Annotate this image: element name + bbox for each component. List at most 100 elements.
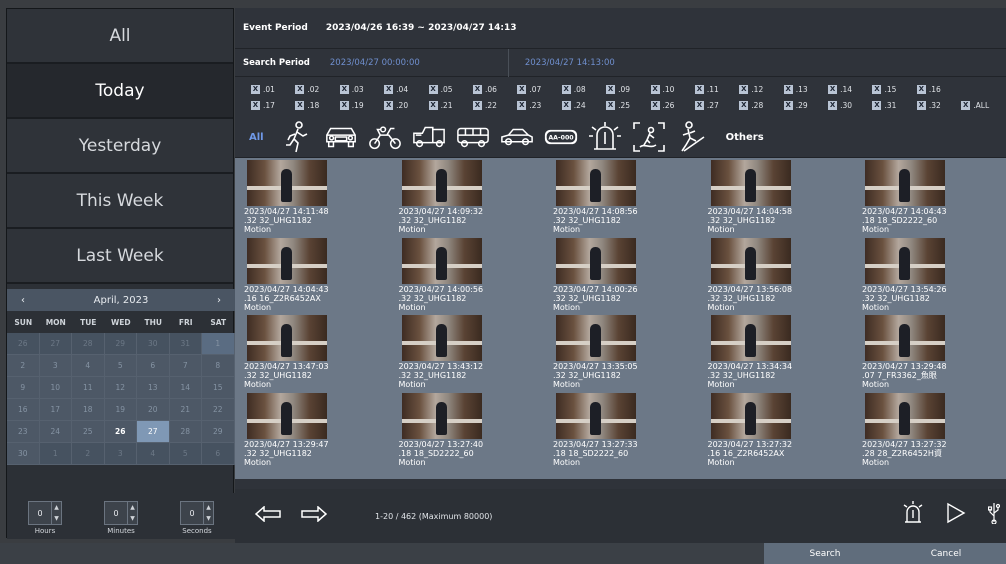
channel-checkbox[interactable]: X .24 [561, 100, 606, 110]
calendar-day[interactable]: 14 [169, 377, 202, 399]
search-button[interactable]: Search [764, 543, 886, 564]
hours-down-icon[interactable]: ▼ [52, 513, 61, 524]
channel-checkbox[interactable]: X .12 [739, 84, 783, 94]
calendar-day[interactable]: 25 [72, 421, 105, 443]
checkbox-checked-icon[interactable]: X [295, 100, 305, 110]
channel-checkbox[interactable]: X .18 [295, 100, 339, 110]
event-thumbnail[interactable] [710, 160, 791, 206]
event-thumbnail[interactable] [556, 160, 636, 206]
period-all-button[interactable]: All [7, 9, 233, 64]
channel-checkbox[interactable]: X .30 [828, 100, 872, 110]
calendar-day[interactable]: 29 [104, 333, 137, 355]
result-item[interactable]: 2023/04/27 14:04:43.18 18_SD2222_60 Motio… [855, 160, 1000, 238]
channel-checkbox[interactable]: X .05 [428, 84, 473, 94]
event-thumbnail[interactable] [401, 315, 482, 361]
search-from-field[interactable]: 2023/04/27 00:00:00 [330, 48, 509, 77]
calendar-day[interactable]: 1 [39, 443, 72, 465]
channel-checkbox[interactable]: X .10 [650, 84, 695, 94]
channel-checkbox[interactable]: X .28 [739, 100, 783, 110]
result-item[interactable]: 2023/04/27 13:27:32.16 16_Z2R6452AX Motio… [701, 392, 846, 471]
period-today-button[interactable]: Today [7, 64, 233, 119]
hours-value[interactable]: 0 [29, 502, 51, 524]
result-item[interactable]: 2023/04/27 13:34:34.32 32_UHG1182 Motion [701, 315, 846, 393]
channel-checkbox[interactable]: X .21 [428, 100, 473, 110]
result-item[interactable]: 2023/04/27 14:11:48.32 32_UHG1182 Motion [237, 160, 382, 238]
channel-checkbox[interactable]: X .32 [916, 100, 961, 110]
checkbox-checked-icon[interactable]: X [828, 84, 838, 94]
event-thumbnail[interactable] [401, 237, 482, 284]
channel-checkbox[interactable]: X .17 [251, 100, 295, 110]
event-thumbnail[interactable] [710, 392, 791, 439]
calendar-day[interactable]: 31 [169, 333, 202, 355]
prev-month-icon[interactable]: ‹ [21, 295, 25, 306]
cancel-button[interactable]: Cancel [886, 543, 1006, 564]
seconds-spinner[interactable]: 0 ▲ ▼ Seconds [180, 501, 214, 539]
result-item[interactable]: 2023/04/27 13:27:32.28 28_Z2R6452H資 Motio… [855, 392, 1000, 471]
seconds-up-icon[interactable]: ▲ [204, 502, 213, 513]
checkbox-checked-icon[interactable]: X [384, 84, 394, 94]
next-page-icon[interactable] [301, 505, 328, 526]
channel-checkbox[interactable]: X .09 [606, 84, 650, 94]
search-to-field[interactable]: 2023/04/27 14:13:00 [525, 58, 615, 68]
calendar-day[interactable]: 16 [7, 399, 40, 421]
channel-checkbox[interactable]: X .02 [295, 84, 339, 94]
motorcycle-icon[interactable] [368, 120, 402, 154]
checkbox-checked-icon[interactable]: X [828, 100, 838, 110]
checkbox-checked-icon[interactable]: X [694, 84, 704, 94]
channel-checkbox[interactable]: X .03 [339, 84, 384, 94]
event-thumbnail[interactable] [710, 237, 791, 284]
next-month-icon[interactable]: › [217, 295, 221, 306]
calendar-day[interactable]: 12 [104, 377, 137, 399]
calendar-day[interactable]: 18 [72, 399, 105, 421]
channel-checkbox[interactable]: X .01 [251, 84, 295, 94]
checkbox-checked-icon[interactable]: X [517, 100, 527, 110]
calendar-day[interactable]: 30 [7, 443, 40, 465]
calendar-day[interactable]: 5 [169, 443, 202, 465]
calendar-day[interactable]: 17 [39, 399, 72, 421]
checkbox-checked-icon[interactable]: X [517, 84, 527, 94]
minutes-down-icon[interactable]: ▼ [128, 513, 137, 524]
event-thumbnail[interactable] [247, 237, 327, 284]
result-item[interactable]: 2023/04/27 14:08:56.32 32_UHG1182 Motion [546, 160, 691, 238]
calendar-day[interactable]: 6 [137, 355, 170, 377]
channel-checkbox[interactable]: X .27 [694, 100, 739, 110]
channel-checkbox[interactable]: X .25 [606, 100, 650, 110]
license-plate-icon[interactable]: AA-000 [544, 120, 578, 154]
calendar-day[interactable]: 5 [104, 355, 137, 377]
bus-icon[interactable] [456, 120, 490, 154]
calendar-day[interactable]: 19 [104, 399, 137, 421]
calendar-day[interactable]: 6 [202, 443, 235, 465]
channel-checkbox[interactable]: X .04 [384, 84, 428, 94]
channel-checkbox[interactable]: X .23 [517, 100, 561, 110]
channel-checkbox[interactable]: X .13 [783, 84, 828, 94]
channel-checkbox[interactable]: X .08 [561, 84, 606, 94]
filter-others[interactable]: Others [726, 132, 764, 143]
channel-checkbox[interactable]: X .14 [828, 84, 872, 94]
minutes-value[interactable]: 0 [105, 502, 127, 524]
checkbox-checked-icon[interactable]: X [872, 100, 882, 110]
result-item[interactable]: 2023/04/27 13:56:08.32 32_UHG1182 Motion [701, 237, 846, 316]
channel-checkbox[interactable]: X .22 [472, 100, 517, 110]
checkbox-checked-icon[interactable]: X [694, 100, 704, 110]
event-thumbnail[interactable] [865, 160, 945, 206]
period-last-week-button[interactable]: Last Week [7, 229, 233, 284]
event-thumbnail[interactable] [710, 315, 791, 361]
calendar-day[interactable]: 29 [202, 421, 235, 443]
pedestrian-icon[interactable] [280, 120, 314, 154]
truck-icon[interactable] [412, 120, 446, 154]
checkbox-checked-icon[interactable]: X [961, 100, 971, 110]
checkbox-checked-icon[interactable]: X [606, 84, 616, 94]
falling-person-icon[interactable] [676, 120, 710, 154]
calendar-day[interactable]: 2 [7, 355, 40, 377]
event-thumbnail[interactable] [556, 315, 636, 361]
checkbox-checked-icon[interactable]: X [783, 100, 793, 110]
hours-spinner[interactable]: 0 ▲ ▼ Hours [28, 501, 62, 539]
hours-up-icon[interactable]: ▲ [52, 502, 61, 513]
result-item[interactable]: 2023/04/27 13:54:26.32 32_UHG1182 Motion [855, 237, 1000, 316]
event-thumbnail[interactable] [247, 160, 327, 206]
checkbox-checked-icon[interactable]: X [650, 100, 660, 110]
channel-checkbox[interactable]: X .26 [650, 100, 695, 110]
event-thumbnail[interactable] [401, 392, 482, 439]
checkbox-checked-icon[interactable]: X [561, 100, 571, 110]
calendar-day[interactable]: 3 [39, 355, 72, 377]
